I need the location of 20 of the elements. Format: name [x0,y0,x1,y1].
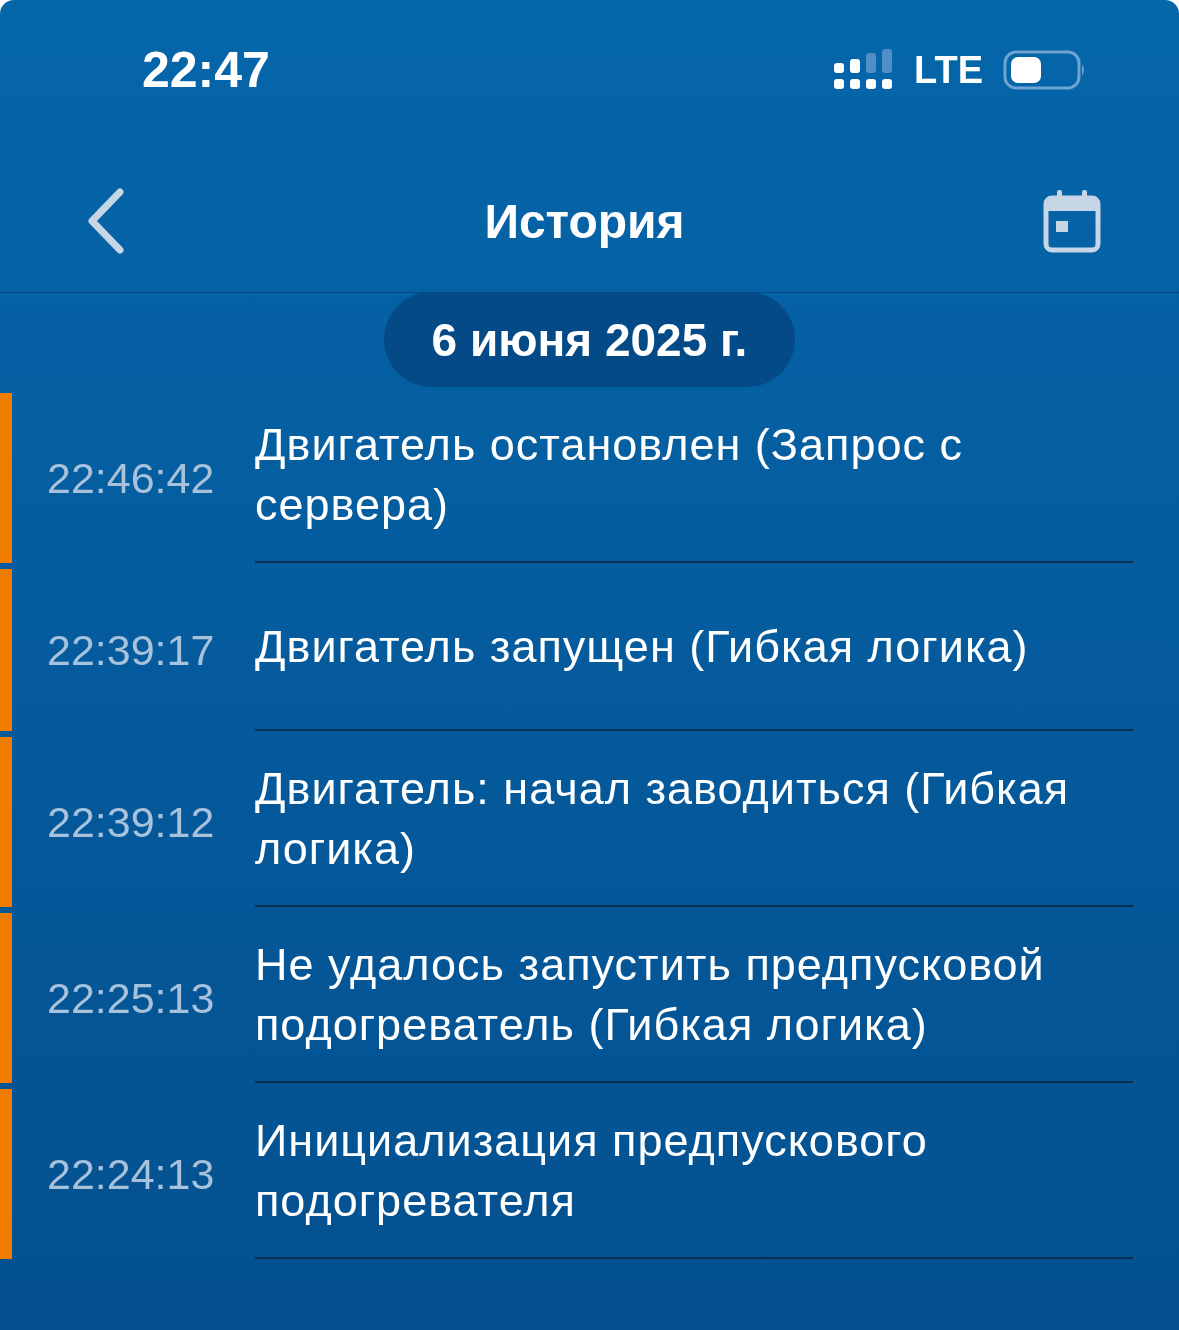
network-label: LTE [914,48,983,92]
event-time: 22:24:13 [46,1148,216,1200]
event-text: Двигатель остановлен (Запрос с сервера) [255,418,964,532]
signal-icon [834,49,895,91]
status-time: 22:47 [142,41,270,100]
event-time: 22:25:13 [46,972,216,1024]
event-text: Инициализация предпускового подогревателя [255,1114,929,1228]
event-text: Не удалось запустить предпусковой подогреватель (Гибкая логика) [255,938,1046,1052]
event-time: 22:46:42 [46,452,216,504]
event-time: 22:39:17 [46,624,216,676]
battery-icon [1003,50,1087,90]
back-icon [86,188,126,254]
event-text: Двигатель: начал заводиться (Гибкая логика) [255,762,1071,876]
screen-title: История [484,193,685,249]
back-button[interactable] [86,188,126,254]
event-time: 22:39:12 [46,796,216,848]
date-badge: 6 июня 2025 г. [383,292,796,387]
calendar-icon [1043,189,1101,253]
calendar-button[interactable] [1043,189,1101,253]
event-text: Двигатель запущен (Гибкая логика) [255,620,1029,674]
